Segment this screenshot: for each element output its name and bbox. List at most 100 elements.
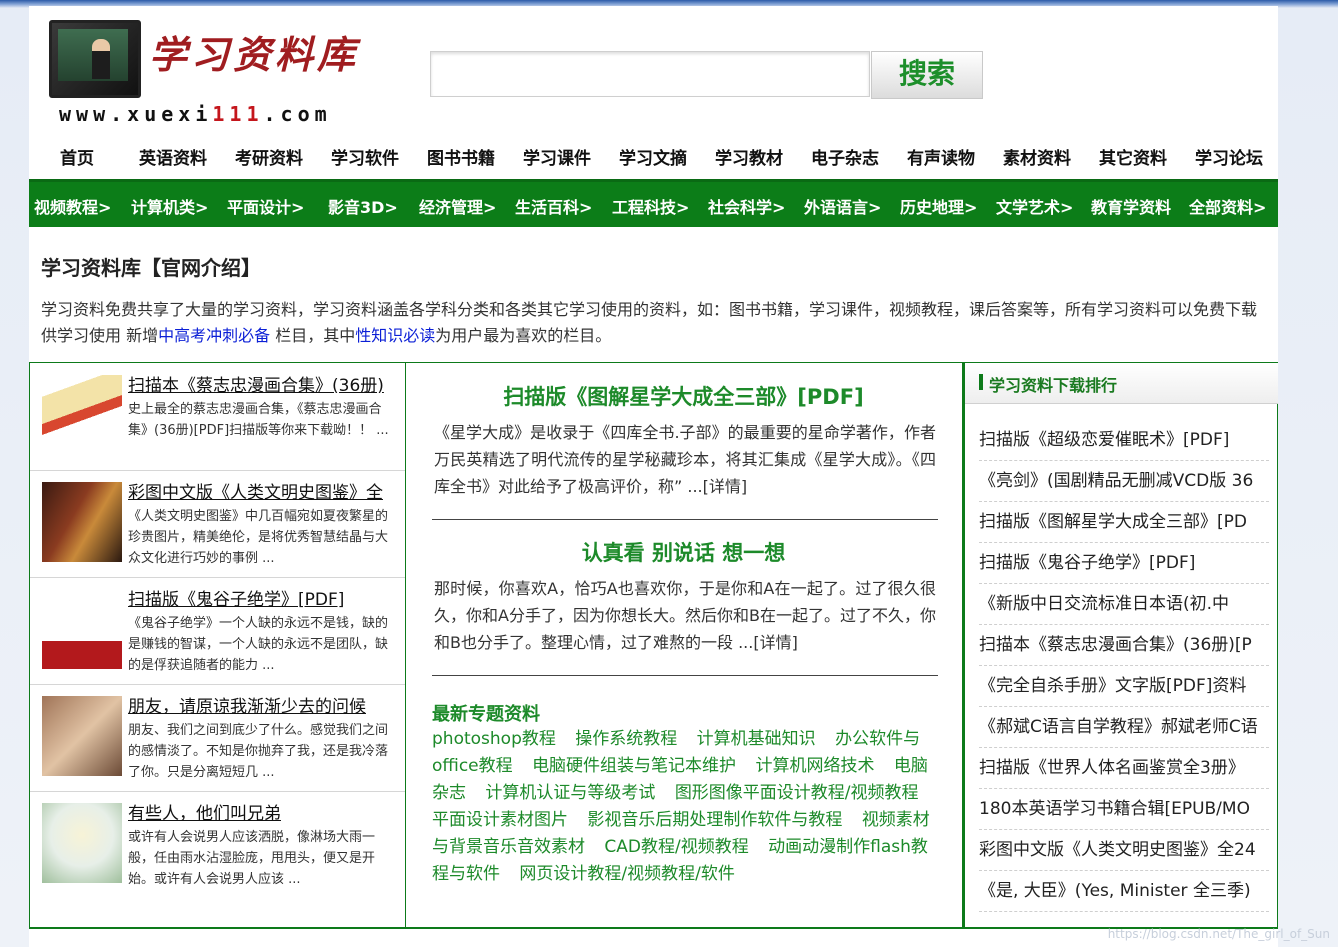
- list-item-title[interactable]: 彩图中文版《人类文明史图鉴》全: [128, 478, 400, 503]
- divider: [432, 675, 938, 676]
- book-cover-thumbnail[interactable]: [42, 375, 122, 455]
- topic-link[interactable]: 网页设计教程/视频教程/软件: [519, 864, 734, 884]
- nav-item-forum[interactable]: 学习论坛: [1181, 144, 1277, 169]
- category-economics[interactable]: 经济管理>: [419, 194, 496, 218]
- ranking-item[interactable]: 扫描版《世界人体名画鉴赏全3册》: [979, 748, 1269, 789]
- article-excerpt: 那时候，你喜欢A，恰巧A也喜欢你，于是你和A在一起了。过了很久很久，你和A分手了…: [434, 579, 936, 652]
- ranking-item[interactable]: 《是, 大臣》(Yes, Minister 全三季): [979, 871, 1269, 912]
- nav-item-emagazine[interactable]: 电子杂志: [797, 144, 893, 169]
- heading-bar-icon: [979, 374, 983, 390]
- article-title[interactable]: 扫描版《图解星学大成全三部》[PDF]: [406, 381, 961, 411]
- category-engineering[interactable]: 工程科技>: [612, 194, 689, 218]
- book-set-thumbnail[interactable]: [42, 482, 122, 562]
- list-item-title[interactable]: 有些人，他们叫兄弟: [128, 799, 400, 824]
- topic-link[interactable]: 计算机网络技术: [755, 756, 874, 776]
- nav-item-postgrad[interactable]: 考研资料: [221, 144, 317, 169]
- logo-url-highlight: 111: [212, 102, 264, 126]
- ranking-item[interactable]: 扫描本《蔡志忠漫画合集》(36册)[P: [979, 625, 1269, 666]
- topic-link[interactable]: 平面设计素材图片: [432, 810, 568, 830]
- logo-teacher-image: [49, 20, 141, 98]
- list-item-title[interactable]: 朋友，请原谅我渐渐少去的问候: [128, 692, 400, 717]
- featured-list: 扫描本《蔡志忠漫画合集》(36册) 史上最全的蔡志忠漫画合集，《蔡志忠漫画合集》…: [29, 362, 406, 928]
- nav-item-books[interactable]: 图书书籍: [413, 144, 509, 169]
- article-title[interactable]: 认真看 别说话 想一想: [406, 537, 961, 567]
- list-item: 扫描版《鬼谷子绝学》[PDF] 《鬼谷子绝学》一个人缺的永远不是钱，缺的是赚钱的…: [30, 577, 405, 685]
- category-life[interactable]: 生活百科>: [515, 194, 592, 218]
- category-education[interactable]: 教育学资料: [1091, 194, 1171, 218]
- list-item: 朋友，请原谅我渐渐少去的问候 朋友、我们之间到底少了什么。感觉我们之间的感情淡了…: [30, 684, 405, 792]
- nav-item-materials[interactable]: 素材资料: [989, 144, 1085, 169]
- ranking-title: 学习资料下载排行: [989, 376, 1118, 395]
- topics-heading: 最新专题资料: [432, 704, 540, 725]
- main-nav: 首页 英语资料 考研资料 学习软件 图书书籍 学习课件 学习文摘 学习教材 电子…: [29, 144, 1278, 174]
- list-item-desc: 《鬼谷子绝学》一个人缺的永远不是钱，缺的是赚钱的智谋，一个人缺的永远不是团队，缺…: [128, 616, 389, 673]
- logo-url: www.xuexi111.com: [59, 102, 332, 126]
- intro-title: 学习资料库【官网介绍】: [41, 256, 261, 280]
- nav-item-textbooks[interactable]: 学习教材: [701, 144, 797, 169]
- topic-link[interactable]: 电脑硬件组装与笔记本维护: [532, 756, 736, 776]
- ranking-item[interactable]: 《亮剑》(国剧精品无删减VCD版 36: [979, 461, 1269, 502]
- topic-link[interactable]: 影视音乐后期处理制作软件与教程: [587, 810, 842, 830]
- nav-item-home[interactable]: 首页: [29, 144, 125, 169]
- topic-link[interactable]: 图形图像平面设计教程/视频教程: [675, 783, 919, 803]
- list-item-title[interactable]: 扫描本《蔡志忠漫画合集》(36册): [128, 371, 400, 396]
- list-item-title[interactable]: 扫描版《鬼谷子绝学》[PDF]: [128, 585, 400, 610]
- topic-link[interactable]: 操作系统教程: [575, 729, 677, 749]
- ranking-item[interactable]: 彩图中文版《人类文明史图鉴》全24: [979, 830, 1269, 871]
- category-bar: 视频教程> 计算机类> 平面设计> 影音3D> 经济管理> 生活百科> 工程科技…: [29, 179, 1278, 227]
- download-ranking: 学习资料下载排行 扫描版《超级恋爱催眠术》[PDF] 《亮剑》(国剧精品无删减V…: [963, 362, 1278, 928]
- ranking-item[interactable]: 180本英语学习书籍合辑[EPUB/MO: [979, 789, 1269, 830]
- book-cover-thumbnail[interactable]: [42, 589, 122, 669]
- csdn-watermark: https://blog.csdn.net/The_girl_of_Sun: [1107, 927, 1330, 941]
- category-graphic-design[interactable]: 平面设计>: [227, 194, 304, 218]
- intro-link-exam-prep[interactable]: 中高考冲刺必备: [158, 326, 270, 345]
- nav-item-english[interactable]: 英语资料: [125, 144, 221, 169]
- category-video[interactable]: 视频教程>: [34, 194, 111, 218]
- ranking-item[interactable]: 《郝斌C语言自学教程》郝斌老师C语: [979, 707, 1269, 748]
- category-literature-art[interactable]: 文学艺术>: [996, 194, 1073, 218]
- category-languages[interactable]: 外语语言>: [804, 194, 881, 218]
- nav-item-audiobooks[interactable]: 有声读物: [893, 144, 989, 169]
- ranking-item[interactable]: 扫描版《图解星学大成全三部》[PD: [979, 502, 1269, 543]
- list-item: 彩图中文版《人类文明史图鉴》全 《人类文明史图鉴》中几百幅宛如夏夜繁星的珍贵图片…: [30, 470, 405, 578]
- nav-item-courseware[interactable]: 学习课件: [509, 144, 605, 169]
- ranking-item[interactable]: 《新版中日交流标准日本语(初.中: [979, 584, 1269, 625]
- ranking-item[interactable]: 扫描版《鬼谷子绝学》[PDF]: [979, 543, 1269, 584]
- photo-thumbnail[interactable]: [42, 696, 122, 776]
- list-item-desc: 史上最全的蔡志忠漫画合集，《蔡志忠漫画合集》(36册)[PDF]扫描版等你来下载…: [128, 402, 389, 438]
- photo-thumbnail[interactable]: [42, 803, 122, 883]
- category-av-3d[interactable]: 影音3D>: [328, 194, 398, 218]
- article-excerpt: 《星学大成》是收录于《四库全书.子部》的最重要的星命学著作，作者万民英精选了明代…: [434, 423, 936, 496]
- ranking-item[interactable]: 扫描版《超级恋爱催眠术》[PDF]: [979, 420, 1269, 461]
- logo-url-prefix: www.xuexi: [59, 102, 213, 126]
- category-all[interactable]: 全部资料>: [1189, 194, 1266, 218]
- articles-panel: 扫描版《图解星学大成全三部》[PDF] 《星学大成》是收录于《四库全书.子部》的…: [406, 362, 963, 928]
- category-computer[interactable]: 计算机类>: [131, 194, 208, 218]
- list-item-desc: 朋友、我们之间到底少了什么。感觉我们之间的感情淡了。不知是你抛弃了我，还是我冷落…: [128, 723, 389, 780]
- site-logo[interactable]: 学习资料库 www.xuexi111.com: [49, 18, 399, 126]
- footer-divider: [29, 927, 1278, 929]
- logo-url-suffix: .com: [263, 102, 332, 126]
- topic-link[interactable]: 计算机基础知识: [697, 729, 816, 749]
- intro-text-part3: 为用户最为喜欢的栏目。: [435, 326, 612, 345]
- nav-item-other[interactable]: 其它资料: [1085, 144, 1181, 169]
- list-item: 有些人，他们叫兄弟 或许有人会说男人应该洒脱，像淋场大雨一般，任由雨水沾湿脸庞，…: [30, 791, 405, 898]
- list-item-desc: 《人类文明史图鉴》中几百幅宛如夏夜繁星的珍贵图片，精美绝伦，是将优秀智慧结晶与大…: [128, 509, 389, 566]
- topic-link[interactable]: CAD教程/视频教程: [604, 837, 748, 857]
- category-history-geo[interactable]: 历史地理>: [900, 194, 977, 218]
- intro-text: 学习资料免费共享了大量的学习资料，学习资料涵盖各学科分类和各类其它学习使用的资料…: [41, 297, 1269, 349]
- list-item: 扫描本《蔡志忠漫画合集》(36册) 史上最全的蔡志忠漫画合集，《蔡志忠漫画合集》…: [30, 363, 405, 471]
- category-social-science[interactable]: 社会科学>: [708, 194, 785, 218]
- divider: [432, 519, 938, 520]
- topic-link[interactable]: photoshop教程: [432, 729, 556, 749]
- nav-item-software[interactable]: 学习软件: [317, 144, 413, 169]
- ranking-item[interactable]: 《完全自杀手册》文字版[PDF]资料: [979, 666, 1269, 707]
- topic-link[interactable]: 计算机认证与等级考试: [485, 783, 655, 803]
- list-item-desc: 或许有人会说男人应该洒脱，像淋场大雨一般，任由雨水沾湿脸庞，甩甩头，便又是开始。…: [128, 830, 376, 887]
- nav-item-digest[interactable]: 学习文摘: [605, 144, 701, 169]
- intro-link-health[interactable]: 性知识必读: [355, 326, 435, 345]
- ranking-header: 学习资料下载排行: [965, 363, 1278, 404]
- topics-list: photoshop教程 操作系统教程 计算机基础知识 办公软件与office教程…: [432, 726, 942, 888]
- search-input[interactable]: [430, 51, 870, 97]
- search-button[interactable]: 搜索: [871, 51, 983, 99]
